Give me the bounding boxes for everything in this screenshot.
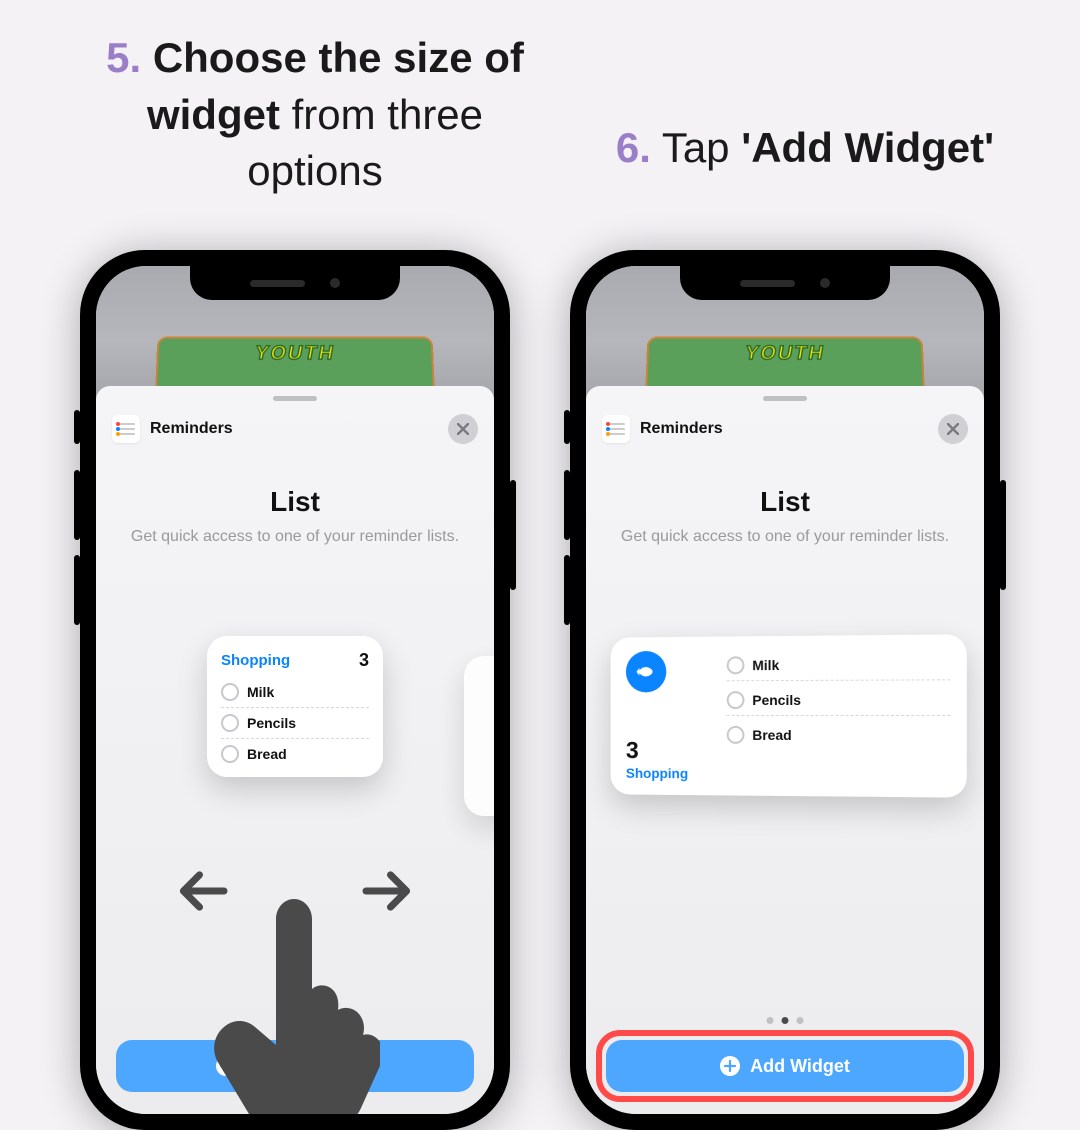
add-widget-label: Add Widget [750, 1056, 850, 1077]
youth-label: YOUTH [253, 343, 337, 366]
list-item: Pencils [221, 708, 369, 739]
add-widget-label: Add Wi [246, 1056, 308, 1077]
speaker-icon [250, 280, 305, 287]
widget-sheet: Reminders List Get quick access to one o… [96, 386, 494, 1114]
radio-unchecked-icon [727, 656, 745, 674]
widget-sheet: Reminders List Get quick access to one o… [586, 386, 984, 1114]
list-item: Bread [221, 739, 369, 769]
close-icon [947, 423, 959, 435]
list-item-label: Pencils [247, 715, 296, 731]
list-item-label: Milk [247, 684, 274, 700]
step-6-heading: 6. Tap 'Add Widget' [570, 120, 1040, 177]
phone-mock-2: YOUTH Reminders List Get quick access to… [570, 250, 1000, 1130]
sheet-grabber[interactable] [763, 396, 807, 401]
step-5-bold-2: widget [147, 91, 280, 138]
step-number-5: 5. [106, 34, 141, 81]
list-item-label: Milk [752, 657, 779, 673]
step-6-quote: 'Add Widget' [741, 124, 994, 171]
plus-circle-icon [720, 1056, 740, 1076]
list-item-label: Pencils [752, 692, 801, 708]
radio-unchecked-icon [221, 745, 239, 763]
list-item: Bread [727, 720, 951, 751]
phone-side-button [74, 555, 80, 625]
page-dot-active [782, 1017, 789, 1024]
widget-count: 3 [626, 738, 713, 766]
phone-side-button [564, 410, 570, 444]
list-item: Pencils [727, 684, 951, 716]
list-item-label: Bread [752, 727, 791, 743]
sheet-app-name: Reminders [640, 420, 723, 438]
widget-count: 3 [359, 650, 369, 671]
step-6-pre: Tap [662, 124, 730, 171]
sheet-description: Get quick access to one of your reminder… [616, 526, 954, 548]
radio-unchecked-icon [221, 714, 239, 732]
list-item: Milk [221, 677, 369, 708]
youth-label: YOUTH [743, 343, 827, 366]
phone-side-button [74, 470, 80, 540]
step-5-rest: from three options [247, 91, 483, 195]
close-icon [457, 423, 469, 435]
fish-icon [626, 651, 666, 693]
step-5-heading: 5. Choose the size of widget from three … [80, 30, 550, 200]
page-dot [767, 1017, 774, 1024]
camera-icon [820, 278, 830, 288]
swipe-arrows [175, 866, 415, 916]
list-item: Milk [727, 649, 951, 682]
sheet-title: List [96, 486, 494, 518]
sheet-app-name: Reminders [150, 420, 233, 438]
add-widget-button[interactable]: Add Wi [116, 1040, 474, 1092]
sheet-description: Get quick access to one of your reminder… [126, 526, 464, 548]
phone-notch [680, 266, 890, 300]
phone-screen: YOUTH Reminders List Get quick access to… [586, 266, 984, 1114]
widget-list-name: Shopping [221, 652, 290, 669]
step-5-bold-1: Choose the size of [153, 34, 524, 81]
step-number-6: 6. [616, 124, 651, 171]
plus-circle-icon [216, 1056, 236, 1076]
next-widget-peek[interactable] [464, 656, 494, 816]
page-dots[interactable] [767, 1017, 804, 1024]
widget-preview-small[interactable]: Shopping 3 Milk Pencils Bread [207, 636, 383, 777]
reminders-app-icon [112, 415, 140, 443]
arrow-left-icon [175, 866, 245, 916]
phone-screen: YOUTH Reminders List Get quick access to… [96, 266, 494, 1114]
arrow-right-icon [345, 866, 415, 916]
widget-list-name: Shopping [626, 765, 713, 781]
camera-icon [330, 278, 340, 288]
sheet-title: List [586, 486, 984, 518]
list-item-label: Bread [247, 746, 287, 762]
add-widget-button[interactable]: Add Widget [606, 1040, 964, 1092]
radio-unchecked-icon [727, 726, 745, 744]
phone-side-button [564, 555, 570, 625]
phone-side-button [510, 480, 516, 590]
radio-unchecked-icon [727, 691, 745, 709]
page-dot [797, 1017, 804, 1024]
reminders-app-icon [602, 415, 630, 443]
close-button[interactable] [938, 414, 968, 444]
close-button[interactable] [448, 414, 478, 444]
sheet-grabber[interactable] [273, 396, 317, 401]
phone-side-button [564, 470, 570, 540]
phone-side-button [1000, 480, 1006, 590]
phone-notch [190, 266, 400, 300]
radio-unchecked-icon [221, 683, 239, 701]
phone-mock-1: YOUTH Reminders List Get quick access to… [80, 250, 510, 1130]
speaker-icon [740, 280, 795, 287]
widget-preview-medium[interactable]: 3 Shopping Milk Pencils Bread [611, 634, 967, 797]
phone-side-button [74, 410, 80, 444]
